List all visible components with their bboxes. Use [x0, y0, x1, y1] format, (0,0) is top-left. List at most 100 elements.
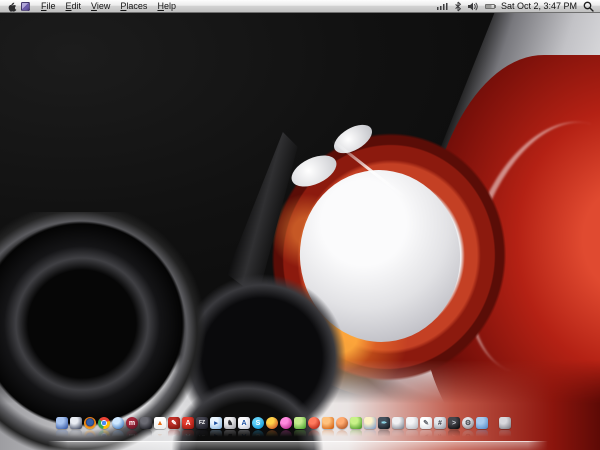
signal-strength-icon[interactable] [436, 2, 448, 10]
adobe-reader-icon-glyph: A [185, 419, 191, 427]
trash-icon-reflection [499, 430, 511, 442]
terminal-icon-image: > [448, 417, 460, 429]
adobe-reader-icon-image: A [182, 417, 194, 429]
vlc-icon[interactable]: ▲ ▲ [154, 417, 166, 442]
bluetooth-icon[interactable] [454, 1, 462, 12]
system-settings-icon-glyph: ⚙ [464, 432, 472, 440]
menu-bar: File Edit View Places Help Sat Oct 2, 3:47 P… [0, 0, 600, 13]
keyboard-icon[interactable] [406, 417, 418, 442]
midori-browser-icon-glyph: m [128, 419, 136, 427]
screenshot-app-icon-reflection [392, 430, 404, 442]
chrome-icon[interactable] [98, 417, 110, 442]
menu-view[interactable]: View [86, 0, 115, 12]
limewire-icon[interactable] [350, 417, 362, 442]
screenshot-app-icon[interactable] [392, 417, 404, 442]
search-icon[interactable] [583, 1, 594, 12]
chess-app-icon[interactable]: ♞ ♞ [224, 417, 236, 442]
flower-app-icon-image [280, 417, 292, 429]
red-notebook-app-icon-glyph: ✎ [171, 432, 177, 440]
text-editor-icon[interactable]: ✎ ✎ [420, 417, 432, 442]
keyboard-icon-image [406, 417, 418, 429]
text-editor-icon-reflection: ✎ [420, 430, 432, 442]
dark-media-app-icon[interactable] [140, 417, 152, 442]
status-area: Sat Oct 2, 3:47 PM [436, 0, 595, 12]
trash-icon-image [499, 417, 511, 429]
filezilla-icon-reflection: FZ [196, 430, 208, 442]
blue-utilities-icon[interactable] [56, 417, 68, 442]
feather-design-app-icon-image: ✒ [378, 417, 390, 429]
web-browser-globe-icon-image [112, 417, 124, 429]
media-player-icon-reflection: ▸ [210, 430, 222, 442]
feather-design-app-icon[interactable]: ✒ ✒ [378, 417, 390, 442]
system-settings-icon-glyph: ⚙ [464, 419, 472, 427]
dock-shelf [48, 441, 548, 450]
firefox-icon-image [84, 417, 96, 429]
photos-app-icon-image [364, 417, 376, 429]
menu-edit[interactable]: Edit [61, 0, 87, 12]
midori-browser-icon[interactable]: mm [126, 417, 138, 442]
abiword-icon-glyph: A [241, 432, 247, 440]
photos-app-icon[interactable] [364, 417, 376, 442]
contacts-app-icon-image [70, 417, 82, 429]
filezilla-icon-glyph: FZ [198, 419, 206, 426]
chess-app-icon-glyph: ♞ [226, 432, 234, 440]
menu-places[interactable]: Places [115, 0, 152, 12]
firefox-icon-reflection [84, 430, 96, 442]
vlc-icon-reflection: ▲ [154, 430, 166, 442]
chat-app-icon-image [266, 417, 278, 429]
red-notebook-app-icon-glyph: ✎ [171, 419, 177, 427]
skype-icon-reflection: S [252, 430, 264, 442]
skype-icon[interactable]: SS [252, 417, 264, 442]
chess-app-icon-image: ♞ [224, 417, 236, 429]
folder-icon[interactable] [476, 417, 488, 442]
green-buddy-chat-icon-image [294, 417, 306, 429]
trash-icon[interactable] [499, 417, 511, 442]
green-buddy-chat-icon[interactable] [294, 417, 306, 442]
menu-list: File Edit View Places Help [36, 0, 181, 12]
folder-icon-reflection [476, 430, 488, 442]
adobe-reader-icon-glyph: A [185, 432, 191, 440]
flower-app-icon[interactable] [280, 417, 292, 442]
web-browser-globe-icon[interactable] [112, 417, 124, 442]
calculator-icon[interactable]: # # [434, 417, 446, 442]
midori-browser-icon-image: m [126, 417, 138, 429]
chat-app-icon[interactable] [266, 417, 278, 442]
dock-items: m m ▲ ▲ ✎ ✎ A A FZ FZ ▸ ▸ ♞ ♞ A A S S ✒ ✒ ✎ ✎ # # > > ⚙ ⚙ [56, 417, 511, 442]
wallpaper [0, 0, 600, 450]
folder-icon-image [476, 417, 488, 429]
filezilla-icon[interactable]: FZ FZ [196, 417, 208, 442]
orange-mascot-app-icon-image [322, 417, 334, 429]
abiword-icon[interactable]: AA [238, 417, 250, 442]
skype-icon-image: S [252, 417, 264, 429]
orange-mascot-app-icon[interactable] [322, 417, 334, 442]
apple-menu-icon[interactable] [7, 1, 17, 12]
media-player-icon[interactable]: ▸ ▸ [210, 417, 222, 442]
feather-design-app-icon-glyph: ✒ [381, 432, 387, 440]
volume-icon[interactable] [467, 2, 479, 11]
red-swirl-browser-icon[interactable] [308, 417, 320, 442]
menu-file[interactable]: File [36, 0, 61, 12]
chess-app-icon-reflection: ♞ [224, 430, 236, 442]
terminal-icon-glyph: > [451, 432, 457, 440]
terminal-icon-reflection: > [448, 430, 460, 442]
calculator-icon-glyph: # [438, 432, 442, 440]
chat-app-icon-reflection [266, 430, 278, 442]
menu-help[interactable]: Help [152, 0, 181, 12]
flower-app-icon-reflection [280, 430, 292, 442]
clock[interactable]: Sat Oct 2, 3:47 PM [501, 0, 577, 12]
red-notebook-app-icon[interactable]: ✎ ✎ [168, 417, 180, 442]
firefox-icon[interactable] [84, 417, 96, 442]
panel-applet-icon[interactable] [21, 1, 30, 11]
feather-design-app-icon-reflection: ✒ [378, 430, 390, 442]
contacts-app-icon[interactable] [70, 417, 82, 442]
calculator-icon-glyph: # [438, 419, 442, 427]
text-editor-icon-glyph: ✎ [423, 432, 429, 440]
terminal-icon[interactable]: > > [448, 417, 460, 442]
red-panda-app-icon-reflection [336, 430, 348, 442]
system-settings-icon[interactable]: ⚙ ⚙ [462, 417, 474, 442]
contacts-app-icon-reflection [70, 430, 82, 442]
red-panda-app-icon[interactable] [336, 417, 348, 442]
adobe-reader-icon[interactable]: AA [182, 417, 194, 442]
battery-icon[interactable] [484, 3, 497, 9]
abiword-icon-glyph: A [241, 419, 247, 427]
